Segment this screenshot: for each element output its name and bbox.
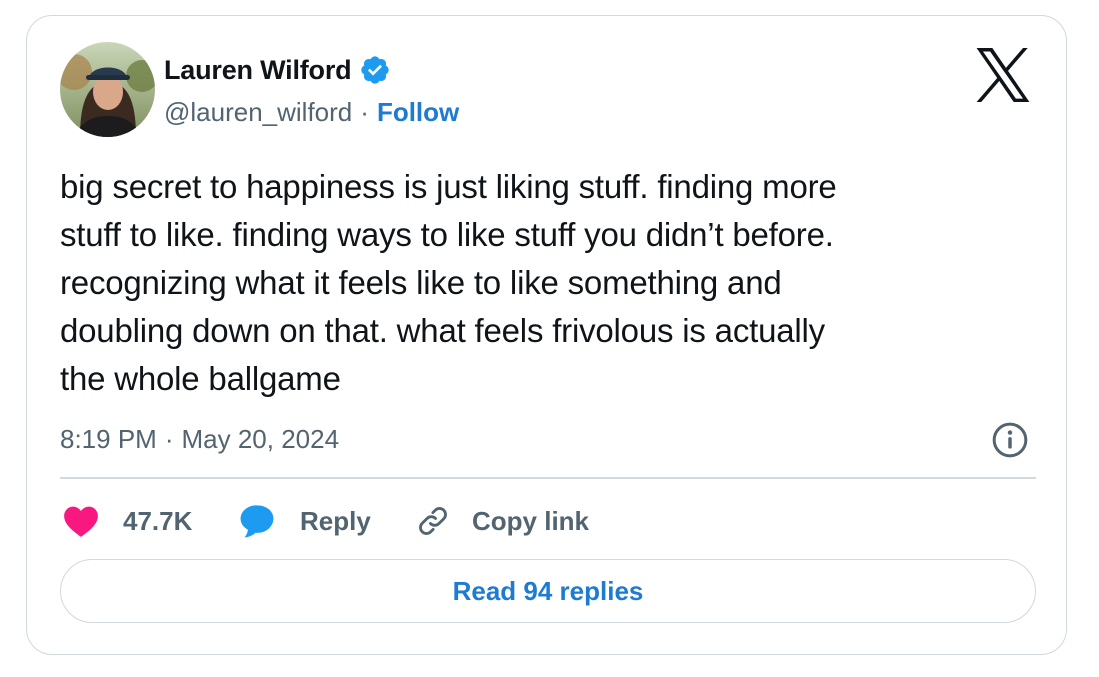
date-separator: · <box>164 423 174 454</box>
handle-row: @lauren_wilford · Follow <box>164 94 459 130</box>
x-logo-icon[interactable] <box>973 48 1033 102</box>
tweet-date: May 20, 2024 <box>181 423 340 454</box>
divider <box>60 477 1036 479</box>
author-handle[interactable]: @lauren_wilford <box>164 97 352 128</box>
tweet-card: Lauren Wilford @lauren_wilford · Follow … <box>26 15 1067 655</box>
avatar-image <box>60 42 155 137</box>
link-icon <box>419 507 447 535</box>
tweet-timestamp[interactable]: 8:19 PM · May 20, 2024 <box>60 419 339 459</box>
heart-icon <box>64 506 98 537</box>
tweet-text: big secret to happiness is just liking s… <box>60 168 837 397</box>
like-button[interactable]: 47.7K <box>63 504 238 538</box>
follow-link[interactable]: Follow <box>377 97 459 128</box>
read-replies-button[interactable]: Read 94 replies <box>60 559 1036 623</box>
copy-link-button[interactable]: Copy link <box>416 504 589 538</box>
reply-label: Reply <box>300 505 371 536</box>
author-display-name[interactable]: Lauren Wilford <box>164 55 352 86</box>
copy-link-label: Copy link <box>472 505 590 536</box>
name-row: Lauren Wilford <box>164 52 391 88</box>
avatar[interactable] <box>60 42 155 137</box>
like-count: 47.7K <box>123 505 193 536</box>
handle-separator: · <box>360 96 369 127</box>
verified-badge-icon <box>361 56 390 84</box>
speech-bubble-icon <box>240 505 274 538</box>
reply-button[interactable]: Reply <box>238 503 416 539</box>
info-icon[interactable] <box>991 421 1029 459</box>
tweet-time: 8:19 PM <box>60 423 157 454</box>
action-bar: 47.7K Reply Copy link <box>63 501 589 541</box>
